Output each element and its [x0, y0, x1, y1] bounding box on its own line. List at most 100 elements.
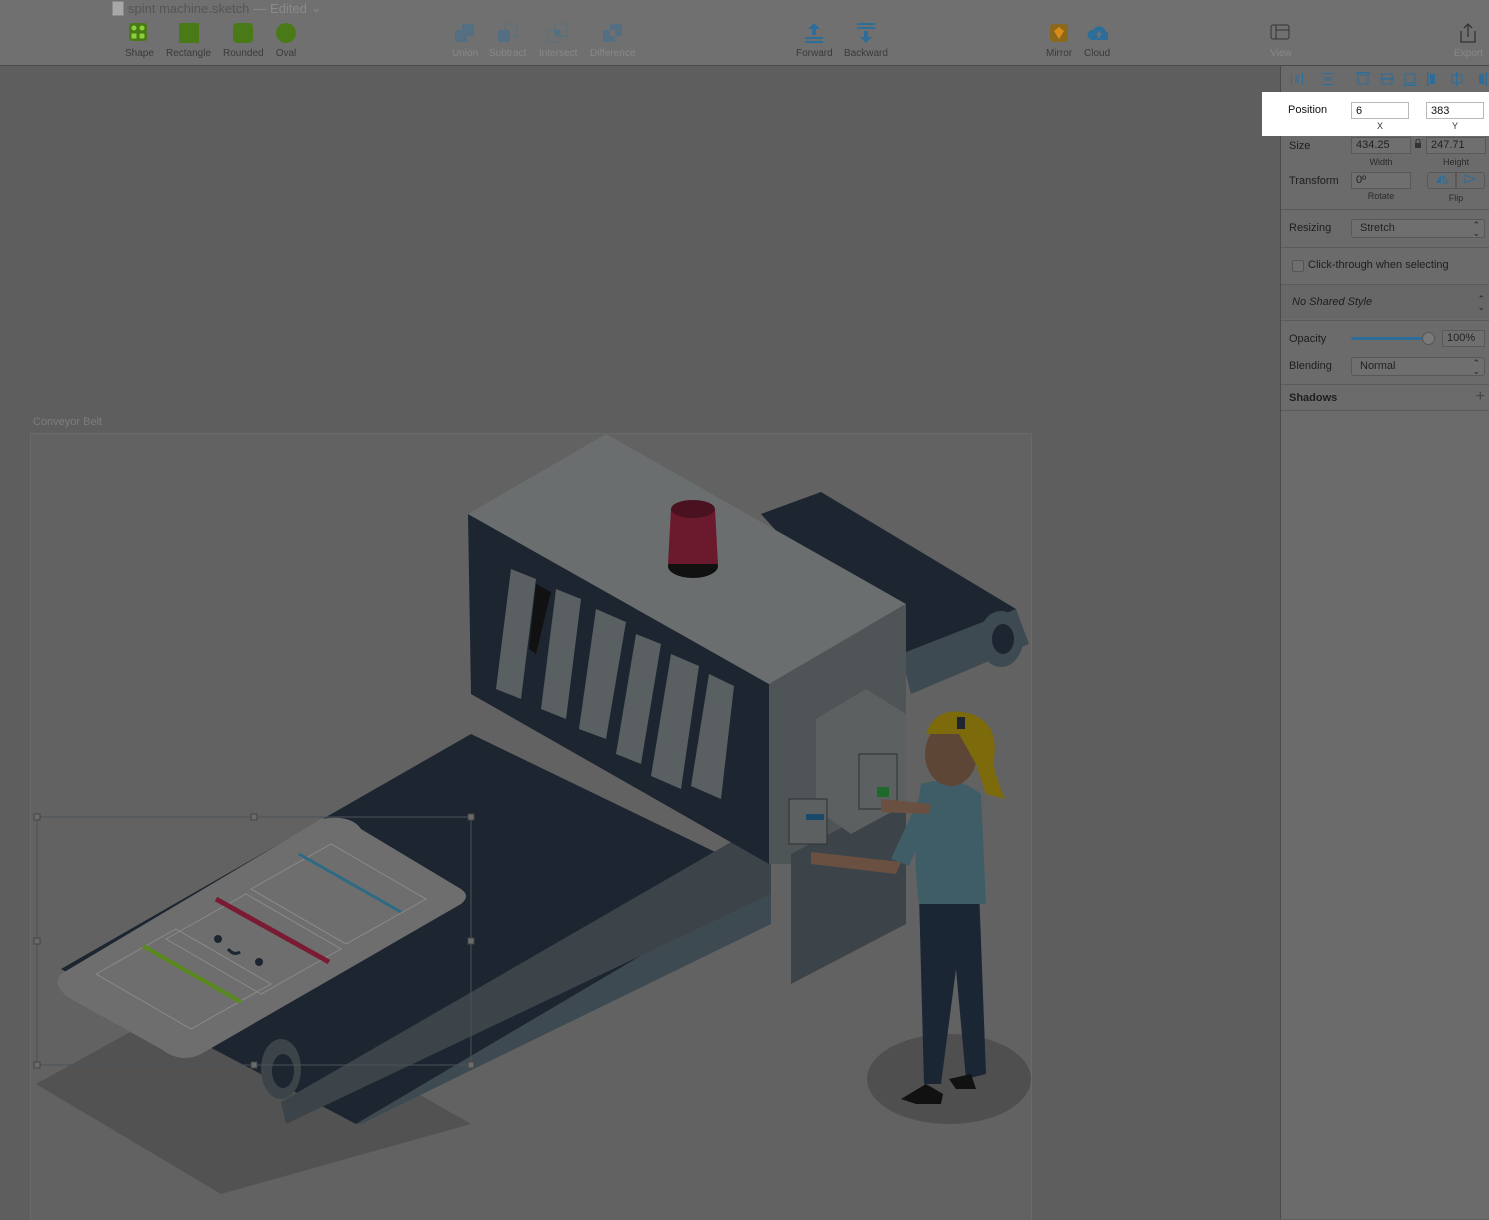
resize-handle[interactable] — [250, 1061, 258, 1069]
height-caption: Height — [1442, 157, 1469, 167]
divider — [1281, 209, 1489, 210]
align-bottom-icon[interactable] — [1401, 71, 1420, 87]
distribute-horizontal-icon[interactable] — [1287, 71, 1306, 87]
x-caption: X — [1376, 121, 1383, 131]
divider — [1281, 384, 1489, 385]
inspector-panel: Size 434.25 247.71 Width Height Transfor… — [1280, 66, 1489, 1219]
shared-style-value: No Shared Style — [1292, 296, 1373, 308]
width-caption: Width — [1369, 157, 1393, 167]
backward-button[interactable]: Backward — [844, 22, 888, 59]
edited-status: — Edited — [253, 0, 307, 16]
artboard-title[interactable]: Conveyor Belt — [33, 416, 102, 428]
card-reader — [788, 798, 828, 845]
flip-horizontal-button[interactable] — [1427, 172, 1456, 189]
shared-style-select[interactable]: No Shared Style ⌃ ⌄ — [1281, 285, 1489, 319]
rectangle-button[interactable]: Rectangle — [166, 22, 211, 59]
opacity-label: Opacity — [1289, 333, 1327, 345]
union-icon — [454, 22, 476, 44]
cloud-icon — [1086, 22, 1109, 44]
subtract-button[interactable]: Subtract — [489, 22, 526, 59]
shape-button[interactable]: Shape — [125, 22, 154, 59]
resize-handle[interactable] — [250, 813, 258, 821]
card-slot — [806, 814, 824, 820]
height-field[interactable]: 247.71 — [1426, 137, 1486, 154]
rounded-button[interactable]: Rounded — [223, 22, 264, 59]
blending-select[interactable]: Normal ⌃ ⌄ — [1351, 357, 1485, 376]
export-label: Export — [1454, 48, 1483, 59]
conveyor-illustration — [33, 434, 1031, 1194]
resize-handle[interactable] — [467, 937, 475, 945]
opacity-field[interactable]: 100% — [1442, 330, 1485, 347]
oval-icon — [275, 22, 297, 44]
artboard[interactable] — [30, 433, 1032, 1220]
view-button[interactable]: View — [1270, 22, 1292, 59]
align-right-icon[interactable] — [1471, 71, 1489, 87]
add-shadow-icon[interactable]: + — [1476, 388, 1485, 406]
oval-button[interactable]: Oval — [275, 22, 297, 59]
divider — [1281, 410, 1489, 411]
forward-button[interactable]: Forward — [796, 22, 833, 59]
click-through-label[interactable]: Click-through when selecting — [1308, 259, 1449, 271]
intersect-button[interactable]: Intersect — [539, 22, 577, 59]
subtract-icon — [497, 22, 519, 44]
resize-handle[interactable] — [33, 937, 41, 945]
blending-label: Blending — [1289, 360, 1332, 372]
document-name: spint machine.sketch — [128, 0, 250, 16]
align-left-icon[interactable] — [1424, 71, 1443, 87]
difference-button[interactable]: Difference — [590, 22, 635, 59]
cloud-button[interactable]: Cloud — [1084, 22, 1110, 59]
click-through-checkbox[interactable] — [1292, 260, 1304, 272]
rotate-caption: Rotate — [1367, 191, 1395, 201]
divider — [1281, 320, 1489, 321]
rectangle-icon — [178, 22, 200, 44]
back-roller-hole — [992, 624, 1014, 654]
align-center-icon[interactable] — [1447, 71, 1466, 87]
position-x-field[interactable] — [1351, 102, 1409, 119]
rotate-field[interactable]: 0º — [1351, 172, 1411, 189]
backward-label: Backward — [844, 48, 888, 59]
export-icon — [1457, 22, 1479, 44]
resize-handle[interactable] — [33, 813, 41, 821]
opacity-slider-knob[interactable] — [1422, 332, 1435, 345]
distribute-vertical-icon[interactable] — [1318, 71, 1337, 87]
position-label: Position — [1288, 104, 1328, 116]
forward-label: Forward — [796, 48, 833, 59]
document-icon — [112, 0, 124, 16]
position-row: Position X Y — [1262, 92, 1489, 136]
resize-handle[interactable] — [467, 813, 475, 821]
updown-chevron-icon: ⌃ ⌄ — [1477, 294, 1485, 312]
rounded-rectangle-icon — [232, 22, 254, 44]
rectangle-label: Rectangle — [166, 48, 212, 59]
chevron-down-icon[interactable]: ⌄ — [311, 0, 322, 16]
mirror-icon — [1048, 22, 1070, 44]
send-backward-icon — [855, 22, 877, 44]
resizing-select[interactable]: Stretch ⌃ ⌄ — [1351, 219, 1485, 238]
view-label: View — [1270, 48, 1292, 59]
shape-label: Shape — [125, 48, 154, 59]
resize-handle[interactable] — [33, 1061, 41, 1069]
toolbar: spint machine.sketch — Edited ⌄ Shape Re… — [0, 0, 1489, 66]
resizing-label: Resizing — [1289, 222, 1332, 234]
face-eye-right — [255, 958, 263, 966]
beacon-top — [671, 500, 715, 518]
roller-hole — [272, 1054, 294, 1088]
resize-handle[interactable] — [467, 1061, 475, 1069]
mirror-label: Mirror — [1046, 48, 1073, 59]
cloud-label: Cloud — [1084, 48, 1111, 59]
size-label: Size — [1289, 140, 1311, 152]
difference-icon — [602, 22, 624, 44]
mirror-button[interactable]: Mirror — [1046, 22, 1072, 59]
export-button[interactable]: Export — [1454, 22, 1483, 59]
oval-label: Oval — [275, 48, 297, 59]
position-y-field[interactable] — [1426, 102, 1484, 119]
width-field[interactable]: 434.25 — [1351, 137, 1411, 154]
union-button[interactable]: Union — [452, 22, 478, 59]
lock-ratio-icon[interactable] — [1414, 138, 1422, 152]
document-title[interactable]: spint machine.sketch — Edited ⌄ — [112, 0, 322, 16]
opacity-slider[interactable] — [1351, 332, 1435, 345]
flip-vertical-button[interactable] — [1456, 172, 1485, 189]
divider — [1281, 247, 1489, 248]
y-caption: Y — [1451, 121, 1458, 131]
align-top-icon[interactable] — [1354, 71, 1373, 87]
align-middle-icon[interactable] — [1377, 71, 1396, 87]
